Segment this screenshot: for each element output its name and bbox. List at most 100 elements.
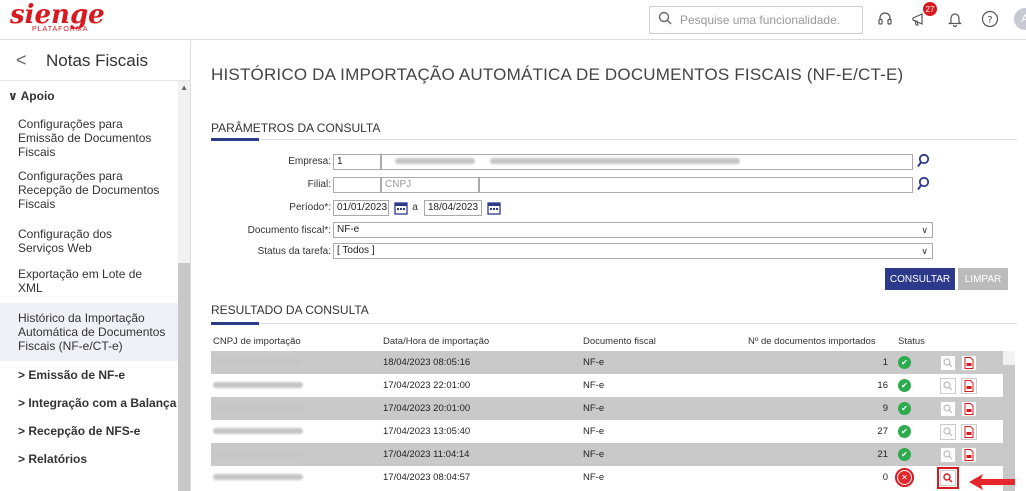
sidebar-subgroup-relatorios[interactable]: > Relatórios: [0, 445, 190, 473]
search-box[interactable]: Pesquise uma funcionalidade.: [649, 6, 863, 34]
pdf-icon[interactable]: [960, 446, 977, 463]
datetime-cell: 17/04/2023 08:04:57: [383, 472, 471, 483]
table-row[interactable]: 17/04/2023 20:01:00 NF-e 9 ✔: [211, 397, 1003, 420]
pdf-icon[interactable]: [960, 400, 977, 417]
date-from-input[interactable]: 01/01/2023: [333, 200, 389, 216]
redacted-text: [395, 158, 475, 165]
megaphone-icon[interactable]: 27: [909, 2, 937, 30]
status-cell: ✔: [896, 443, 938, 466]
filial-label: Filial:: [307, 179, 331, 190]
magnifier-icon[interactable]: [937, 466, 959, 489]
magnifier-icon[interactable]: [940, 446, 956, 463]
magnifier-icon[interactable]: [940, 354, 956, 371]
table-row[interactable]: 17/04/2023 13:05:40 NF-e 27 ✔: [211, 420, 1003, 443]
back-chevron-icon[interactable]: <: [16, 50, 46, 71]
bell-icon[interactable]: [944, 8, 966, 30]
sidebar-item-config-recepcao[interactable]: Configurações para Recepção de Documento…: [0, 163, 179, 219]
col-document[interactable]: Documento fiscal: [581, 331, 746, 351]
results-section-title: RESULTADO DA CONSULTA: [211, 303, 369, 317]
consultar-button[interactable]: CONSULTAR: [885, 268, 955, 290]
sidebar-item-config-emissao[interactable]: Configurações para Emissão de Documentos…: [0, 109, 179, 163]
count-cell: 0: [882, 472, 888, 483]
chevron-right-icon: >: [18, 452, 29, 466]
datetime-cell: 17/04/2023 13:05:40: [383, 426, 471, 437]
chevron-right-icon: >: [18, 396, 29, 410]
redacted-text: [213, 474, 303, 481]
doc-cell: NF-e: [581, 351, 746, 374]
count-cell: 16: [877, 380, 888, 391]
user-avatar[interactable]: A: [1014, 8, 1026, 30]
magnifier-icon[interactable]: [940, 377, 956, 394]
sidebar-item-historico[interactable]: Histórico da Importação Automática de Do…: [0, 303, 179, 361]
limpar-button[interactable]: LIMPAR: [958, 268, 1008, 290]
redacted-text: [213, 428, 303, 435]
status-cell: ✕: [895, 466, 938, 489]
sidebar: < Notas Fiscais ▲ ∨ Apoio Configurações …: [0, 41, 191, 491]
help-icon[interactable]: ?: [979, 8, 1001, 30]
date-separator: a: [412, 202, 418, 213]
documento-label: Documento fiscal*:: [247, 225, 331, 236]
pdf-icon[interactable]: [960, 377, 977, 394]
col-count[interactable]: Nº de documentos importados: [746, 331, 896, 351]
count-cell: 1: [746, 351, 896, 374]
datetime-cell: 18/04/2023 08:05:16: [381, 351, 581, 374]
table-row[interactable]: 18/04/2023 08:05:16 NF-e 1 ✔: [211, 351, 1003, 374]
scroll-up-icon[interactable]: ▲: [180, 83, 188, 92]
filial-cnpj-input[interactable]: CNPJ: [381, 177, 479, 193]
search-icon[interactable]: [917, 153, 931, 174]
actions-cell: [938, 374, 1003, 397]
section-accent: [211, 322, 259, 325]
table-scrollbar[interactable]: [1003, 351, 1015, 491]
results-table: CNPJ de importação Data/Hora de importaç…: [211, 331, 1003, 489]
magnifier-icon[interactable]: [940, 400, 956, 417]
empresa-code-input[interactable]: 1: [333, 154, 381, 170]
sidebar-item-exportacao-xml[interactable]: Exportação em Lote de XML: [0, 261, 160, 303]
redacted-text: [213, 382, 303, 389]
params-section-title: PARÂMETROS DA CONSULTA: [211, 121, 381, 135]
col-cnpj[interactable]: CNPJ de importação: [211, 331, 381, 351]
search-icon[interactable]: [917, 176, 931, 197]
actions-cell: [938, 397, 1003, 420]
filial-name-field: [479, 177, 913, 193]
annotation-arrow-icon: [969, 474, 1015, 490]
headset-icon[interactable]: [874, 8, 896, 30]
search-icon: [658, 11, 672, 30]
sidebar-subgroup-emissao-nfe[interactable]: > Emissão de NF-e: [0, 361, 190, 389]
filial-code-input[interactable]: [333, 177, 381, 193]
redacted-text: [213, 451, 303, 458]
magnifier-icon[interactable]: [940, 423, 956, 440]
sidebar-item-servicos-web[interactable]: Configuração dos Serviços Web: [0, 219, 160, 261]
status-select[interactable]: [ Todos ] ∨: [333, 243, 933, 259]
col-status[interactable]: Status: [896, 331, 938, 351]
notification-badge: 27: [923, 2, 937, 16]
sidebar-group-apoio[interactable]: ∨ Apoio: [0, 81, 190, 109]
table-row[interactable]: 17/04/2023 08:04:57 NF-e 0 ✕: [211, 466, 1003, 489]
cnpj-cell: [211, 466, 381, 489]
table-row[interactable]: 17/04/2023 22:01:00 NF-e 16 ✔: [211, 374, 1003, 397]
calendar-icon[interactable]: [394, 201, 408, 220]
redacted-text: [213, 405, 303, 412]
calendar-icon[interactable]: [487, 201, 501, 220]
documento-select[interactable]: NF-e ∨: [333, 222, 933, 238]
status-cell: ✔: [896, 351, 938, 374]
table-header-row: CNPJ de importação Data/Hora de importaç…: [211, 331, 1003, 351]
sidebar-subgroup-balanca[interactable]: > Integração com a Balança: [0, 389, 190, 417]
search-placeholder: Pesquise uma funcionalidade.: [680, 13, 841, 27]
actions-cell: [938, 443, 1003, 466]
doc-cell: NF-e: [583, 472, 605, 483]
table-row[interactable]: 17/04/2023 11:04:14 NF-e 21 ✔: [211, 443, 1003, 466]
date-to-input[interactable]: 18/04/2023: [424, 200, 482, 216]
status-cell: ✔: [896, 420, 938, 443]
sidebar-subgroup-nfse[interactable]: > Recepção de NFS-e: [0, 417, 190, 445]
col-datetime[interactable]: Data/Hora de importação: [381, 331, 581, 351]
chevron-down-icon: ∨: [8, 89, 18, 103]
doc-cell: NF-e: [581, 397, 746, 420]
pdf-icon[interactable]: [960, 354, 977, 371]
pdf-icon[interactable]: [960, 423, 977, 440]
check-circle-icon: ✔: [898, 425, 911, 438]
sidebar-scroll-thumb[interactable]: [178, 263, 190, 491]
sienge-logo[interactable]: sienge PLATAFORMA: [10, 2, 105, 33]
chevron-down-icon: ∨: [921, 225, 928, 235]
empresa-name-field: [381, 154, 913, 170]
error-circle-icon: ✕: [895, 468, 914, 487]
